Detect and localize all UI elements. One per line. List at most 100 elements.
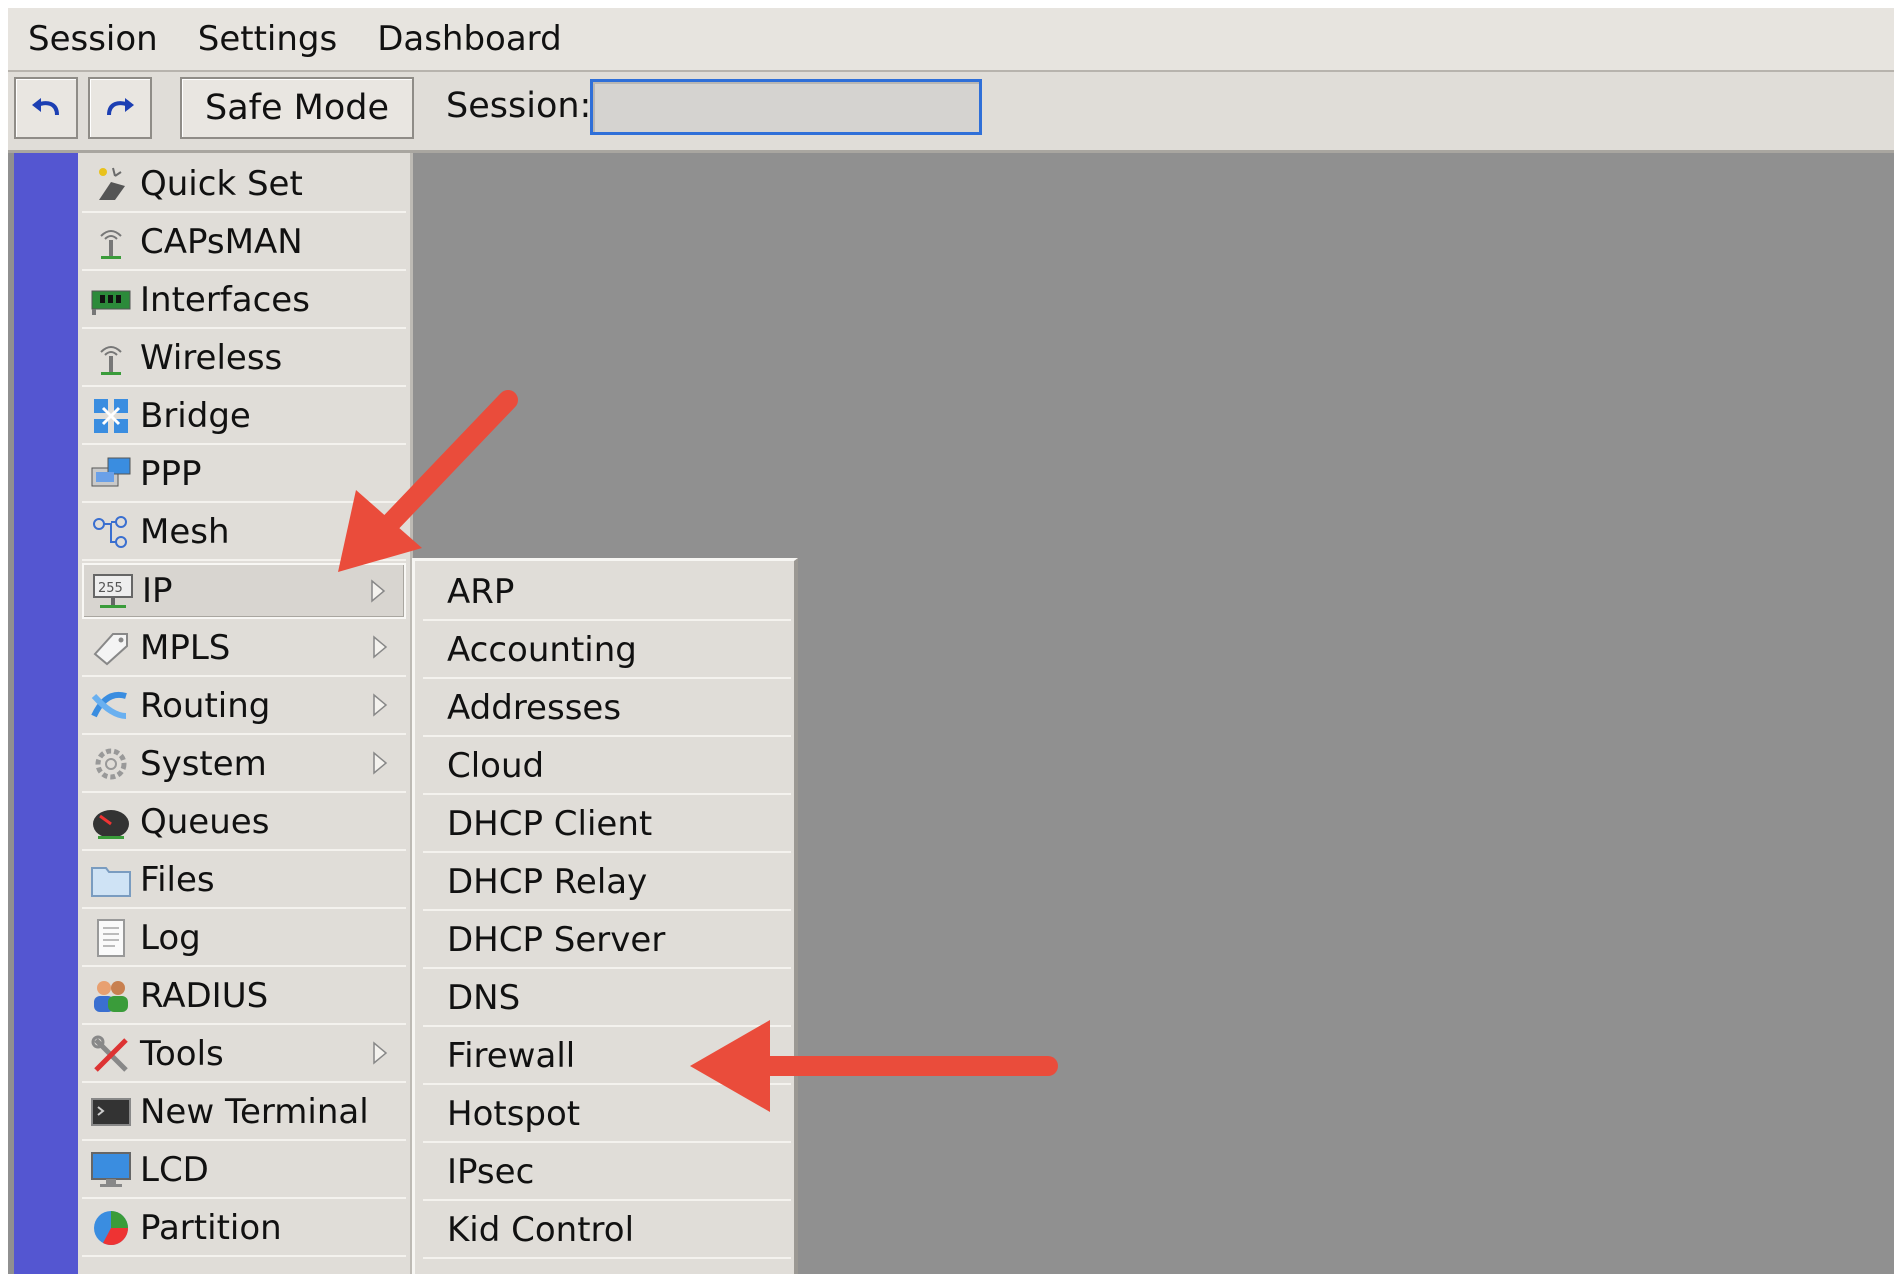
submenu-item-label: Accounting	[447, 630, 637, 670]
wand-icon	[88, 161, 134, 207]
menu-item-label: MPLS	[140, 628, 231, 668]
submenu-item-label: Kid Control	[447, 1210, 635, 1250]
tools-icon	[88, 1031, 134, 1077]
submenu-item-label: DHCP Client	[447, 804, 653, 844]
toolbar: Safe Mode Session:	[8, 72, 1894, 153]
submenu-arrow-icon	[373, 693, 388, 717]
menu-item-label: Bridge	[140, 396, 251, 436]
menu-item-bridge[interactable]: Bridge	[82, 389, 406, 445]
menu-item-label: PPP	[140, 454, 202, 494]
gauge-icon	[88, 799, 134, 845]
undo-icon	[32, 98, 59, 116]
submenu-item-accounting[interactable]: Accounting	[423, 623, 791, 679]
submenu-item-dns[interactable]: DNS	[423, 971, 791, 1027]
menu-item-radius[interactable]: RADIUS	[82, 969, 406, 1025]
bridge-icon	[88, 393, 134, 439]
menu-item-label: Interfaces	[140, 280, 310, 320]
submenu-item-label: Hotspot	[447, 1094, 581, 1134]
menu-item-routing[interactable]: Routing	[82, 679, 406, 735]
ppp-icon	[88, 451, 134, 497]
menu-item-label: Tools	[140, 1034, 224, 1074]
menu-item-label: Mesh	[140, 512, 230, 552]
submenu-item-dhcp-client[interactable]: DHCP Client	[423, 797, 791, 853]
submenu-item-dhcp-relay[interactable]: DHCP Relay	[423, 855, 791, 911]
undo-button[interactable]	[14, 77, 78, 139]
menu-item-mpls[interactable]: MPLS	[82, 621, 406, 677]
menu-item-label: Queues	[140, 802, 270, 842]
menu-item-mesh[interactable]: Mesh	[82, 505, 406, 561]
submenu-item-ipsec[interactable]: IPsec	[423, 1145, 791, 1201]
menu-item-log[interactable]: Log	[82, 911, 406, 967]
antenna-icon	[88, 219, 134, 265]
terminal-icon	[88, 1089, 134, 1135]
ip-icon: 255	[90, 568, 136, 614]
menu-item-label: Wireless	[140, 338, 283, 378]
submenu-item-label: DNS	[447, 978, 521, 1018]
side-strip	[14, 153, 78, 1274]
menu-item-label: IP	[142, 571, 173, 611]
menu-item-label: Quick Set	[140, 164, 303, 204]
menu-item-label: Routing	[140, 686, 271, 726]
submenu-item-addresses[interactable]: Addresses	[423, 681, 791, 737]
menu-item-label: RADIUS	[140, 976, 269, 1016]
menu-item-partition[interactable]: Partition	[82, 1201, 406, 1257]
submenu-arrow-icon	[373, 751, 388, 775]
menu-bar: Session Settings Dashboard	[8, 8, 1894, 72]
menu-item-label: CAPsMAN	[140, 222, 303, 262]
menu-item-wireless[interactable]: Wireless	[82, 331, 406, 387]
menu-settings[interactable]: Settings	[178, 9, 357, 69]
mesh-icon	[88, 509, 134, 555]
submenu-item-dhcp-server[interactable]: DHCP Server	[423, 913, 791, 969]
document-icon	[88, 915, 134, 961]
menu-item-label: System	[140, 744, 267, 784]
submenu-arrow-icon	[373, 635, 388, 659]
submenu-item-label: Addresses	[447, 688, 622, 728]
submenu-item-label: Firewall	[447, 1036, 576, 1076]
submenu-item-label: DHCP Server	[447, 920, 666, 960]
main-menu: Quick Set CAPsMAN Interfaces Wireless Br…	[78, 153, 413, 1274]
redo-icon	[107, 98, 134, 116]
svg-text:255: 255	[98, 581, 123, 596]
submenu-arrow-icon	[373, 1041, 388, 1065]
menu-item-quick-set[interactable]: Quick Set	[82, 157, 406, 213]
menu-item-ip[interactable]: 255 IP	[82, 563, 406, 619]
gear-icon	[88, 741, 134, 787]
menu-item-system[interactable]: System	[82, 737, 406, 793]
menu-dashboard[interactable]: Dashboard	[357, 9, 581, 69]
pie-icon	[88, 1205, 134, 1251]
session-input[interactable]	[590, 79, 982, 135]
submenu-item-firewall[interactable]: Firewall	[423, 1029, 791, 1085]
submenu-item-label: ARP	[447, 572, 515, 612]
submenu-item-cloud[interactable]: Cloud	[423, 739, 791, 795]
menu-item-label: Files	[140, 860, 215, 900]
routing-icon	[88, 683, 134, 729]
users-icon	[88, 973, 134, 1019]
menu-item-lcd[interactable]: LCD	[82, 1143, 406, 1199]
menu-item-ppp[interactable]: PPP	[82, 447, 406, 503]
session-label: Session:	[446, 86, 592, 126]
menu-session[interactable]: Session	[8, 9, 178, 69]
menu-item-queues[interactable]: Queues	[82, 795, 406, 851]
menu-item-label: Partition	[140, 1208, 282, 1248]
submenu-item-kid-control[interactable]: Kid Control	[423, 1203, 791, 1259]
submenu-item-hotspot[interactable]: Hotspot	[423, 1087, 791, 1143]
winbox-window: Session Settings Dashboard Safe Mode Ses…	[8, 8, 1894, 1274]
menu-item-label: Log	[140, 918, 201, 958]
menu-item-tools[interactable]: Tools	[82, 1027, 406, 1083]
redo-button[interactable]	[88, 77, 152, 139]
menu-item-label: New Terminal	[140, 1092, 369, 1132]
menu-item-interfaces[interactable]: Interfaces	[82, 273, 406, 329]
tag-icon	[88, 625, 134, 671]
safe-mode-button[interactable]: Safe Mode	[180, 77, 414, 139]
monitor-icon	[88, 1147, 134, 1193]
submenu-item-label: Cloud	[447, 746, 545, 786]
menu-item-files[interactable]: Files	[82, 853, 406, 909]
menu-item-capsman[interactable]: CAPsMAN	[82, 215, 406, 271]
submenu-item-label: IPsec	[447, 1152, 535, 1192]
submenu-item-label: DHCP Relay	[447, 862, 648, 902]
wireless-icon	[88, 335, 134, 381]
menu-item-label: LCD	[140, 1150, 209, 1190]
submenu-item-arp[interactable]: ARP	[423, 565, 791, 621]
folder-icon	[88, 857, 134, 903]
menu-item-new-terminal[interactable]: New Terminal	[82, 1085, 406, 1141]
